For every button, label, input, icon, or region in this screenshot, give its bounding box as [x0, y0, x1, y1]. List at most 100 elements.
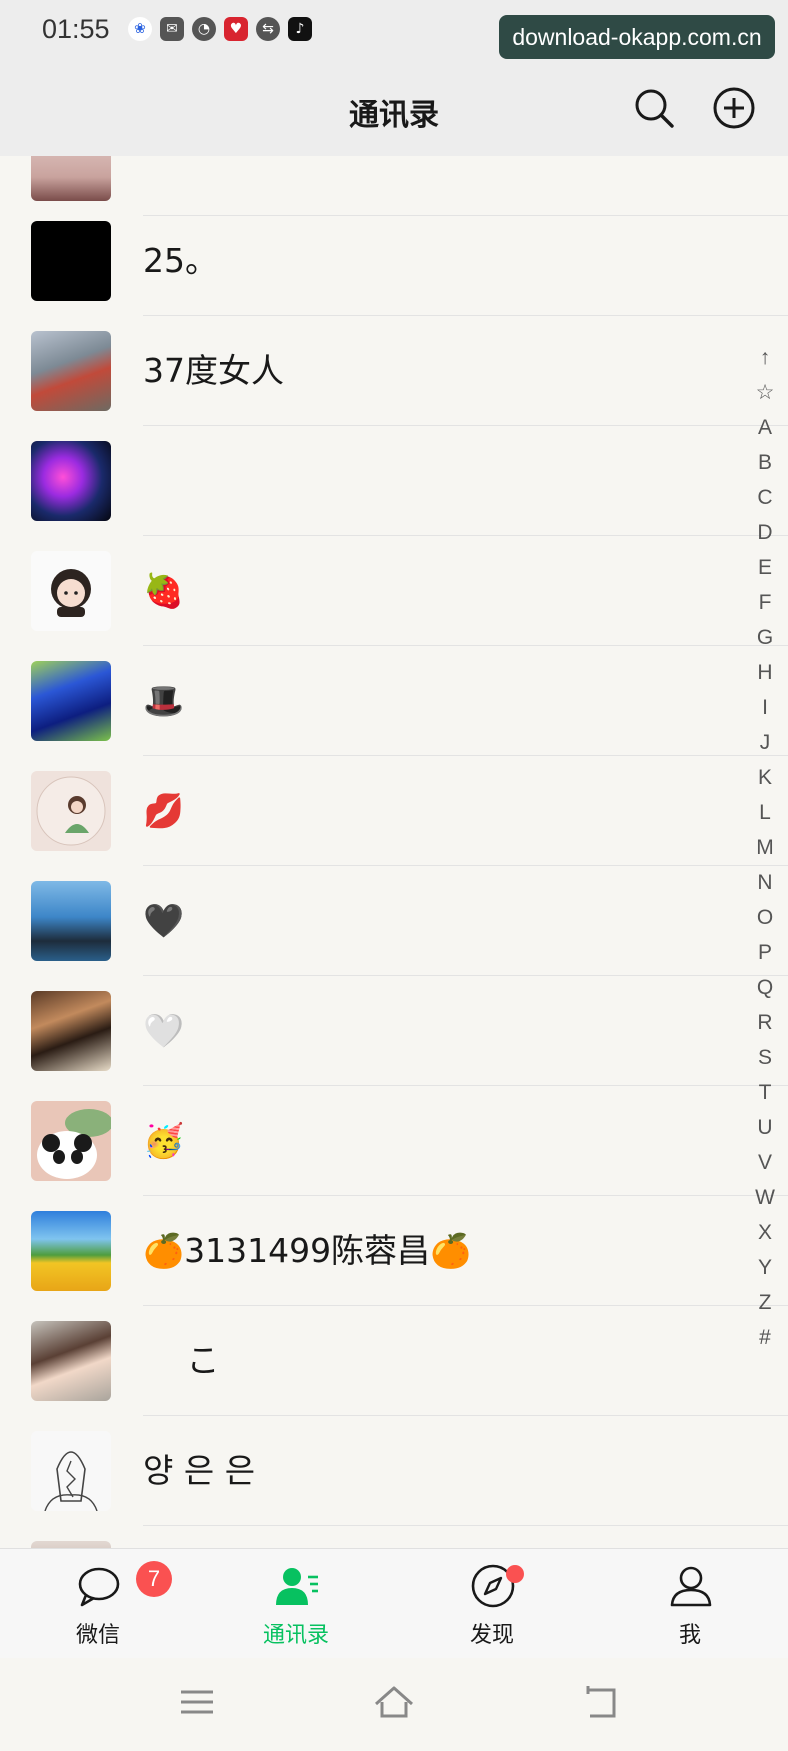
avatar [31, 1431, 111, 1511]
contact-name: こ [143, 1341, 220, 1380]
avatar [31, 156, 111, 201]
list-item[interactable]: 💋 [0, 756, 788, 866]
index-letter[interactable]: O [752, 900, 778, 935]
index-letter[interactable]: J [752, 725, 778, 760]
contact-name: 37度女人 [143, 351, 284, 390]
tiktok-icon: ♪ [288, 17, 312, 41]
tab-chats[interactable]: 7 微信 [28, 1549, 172, 1659]
index-letter[interactable]: I [752, 690, 778, 725]
index-letter[interactable]: W [752, 1180, 778, 1215]
contacts-icon [276, 1568, 318, 1605]
top-header: 通讯录 [0, 62, 788, 156]
index-letter[interactable]: Y [752, 1250, 778, 1285]
baidu-paw-icon: ❀ [128, 17, 152, 41]
index-letter[interactable]: C [752, 480, 778, 515]
list-item[interactable]: 🍓 [0, 536, 788, 646]
contact-name: 🍓 [143, 571, 185, 610]
status-time: 01:55 [42, 14, 110, 44]
index-letter[interactable]: Q [752, 970, 778, 1005]
list-item[interactable]: こ [0, 1306, 788, 1416]
list-item[interactable]: 🥳 [0, 1086, 788, 1196]
index-letter[interactable]: G [752, 620, 778, 655]
index-letter[interactable]: ☆ [752, 375, 778, 410]
tab-discover[interactable]: 发现 [422, 1549, 562, 1659]
index-letter[interactable]: R [752, 1005, 778, 1040]
index-letter[interactable]: E [752, 550, 778, 585]
contact-name: 25。 [143, 241, 218, 280]
contact-name: 🍊3131499陈蓉昌🍊 [143, 1231, 472, 1270]
contact-name: 🖤 [143, 901, 185, 940]
index-letter[interactable]: F [752, 585, 778, 620]
unread-badge: 7 [136, 1561, 172, 1597]
list-item[interactable]: 🍊3131499陈蓉昌🍊 [0, 1196, 788, 1306]
back-button[interactable] [580, 1680, 624, 1724]
tab-label: 发现 [469, 1623, 514, 1648]
contact-name: 🥳 [143, 1121, 185, 1160]
avatar [31, 1101, 111, 1181]
tab-label: 我 [678, 1623, 701, 1648]
list-item[interactable] [0, 1526, 788, 1548]
system-nav-bar [0, 1658, 788, 1751]
list-item[interactable]: 🖤 [0, 866, 788, 976]
index-letter[interactable]: ↑ [752, 340, 778, 375]
bottom-tab-bar: 7 微信 通讯录 发现 我 [0, 1548, 788, 1659]
mail-app-icon: ✉ [160, 17, 184, 41]
status-bar: 01:55 ❀ ✉ ◔ ♥ ⇆ ♪ download-okapp.com.cn [0, 0, 788, 62]
index-letter[interactable]: N [752, 865, 778, 900]
avatar [31, 441, 111, 521]
menu-button[interactable] [175, 1680, 219, 1724]
avatar [31, 331, 111, 411]
avatar [31, 1321, 111, 1401]
index-letter[interactable]: K [752, 760, 778, 795]
contact-name: 양 은 은 [143, 1451, 256, 1490]
avatar [31, 551, 111, 631]
tab-me[interactable]: 我 [620, 1549, 760, 1659]
discover-dot [506, 1565, 524, 1583]
watermark-banner: download-okapp.com.cn [499, 15, 775, 59]
tab-contacts[interactable]: 通讯录 [226, 1549, 366, 1659]
index-letter[interactable]: B [752, 445, 778, 480]
avatar [31, 1211, 111, 1291]
contact-list[interactable]: 25。 37度女人 🍓 🎩 💋 🖤 🤍 🥳 🍊3131499陈蓉昌🍊 こ 양 은… [0, 156, 788, 1548]
red-app-icon: ♥ [224, 17, 248, 41]
list-item[interactable] [0, 426, 788, 536]
back-icon [586, 1686, 616, 1718]
index-letter[interactable]: M [752, 830, 778, 865]
index-letter[interactable]: # [752, 1320, 778, 1355]
avatar [31, 661, 111, 741]
search-icon [635, 89, 674, 128]
tab-label: 通讯录 [262, 1623, 329, 1648]
alphabet-index[interactable]: ↑ ☆ A B C D E F G H I J K L M N O P Q R S T U V W X Y Z # [752, 340, 778, 1355]
avatar [31, 221, 111, 301]
search-button[interactable] [632, 86, 676, 130]
list-item[interactable]: 37度女人 [0, 316, 788, 426]
index-letter[interactable]: D [752, 515, 778, 550]
avatar [31, 771, 111, 851]
index-letter[interactable]: L [752, 795, 778, 830]
gauge-app-icon: ◔ [192, 17, 216, 41]
list-item[interactable]: 양 은 은 [0, 1416, 788, 1526]
avatar [31, 991, 111, 1071]
list-item[interactable]: 🎩 [0, 646, 788, 756]
add-button[interactable] [712, 86, 756, 130]
index-letter[interactable]: X [752, 1215, 778, 1250]
contact-name: 🤍 [143, 1011, 185, 1050]
index-letter[interactable]: U [752, 1110, 778, 1145]
index-letter[interactable]: S [752, 1040, 778, 1075]
home-button[interactable] [372, 1680, 416, 1724]
index-letter[interactable]: V [752, 1145, 778, 1180]
tab-label: 微信 [75, 1623, 120, 1648]
index-letter[interactable]: A [752, 410, 778, 445]
index-letter[interactable]: H [752, 655, 778, 690]
person-icon [670, 1566, 712, 1607]
index-letter[interactable]: Z [752, 1285, 778, 1320]
contact-name: 💋 [143, 791, 185, 830]
arrows-app-icon: ⇆ [256, 17, 280, 41]
status-icons: ❀ ✉ ◔ ♥ ⇆ ♪ [128, 17, 312, 41]
list-item[interactable]: 25。 [0, 206, 788, 316]
list-item[interactable]: 🤍 [0, 976, 788, 1086]
index-letter[interactable]: T [752, 1075, 778, 1110]
plus-circle-icon [713, 87, 755, 129]
index-letter[interactable]: P [752, 935, 778, 970]
avatar [31, 881, 111, 961]
